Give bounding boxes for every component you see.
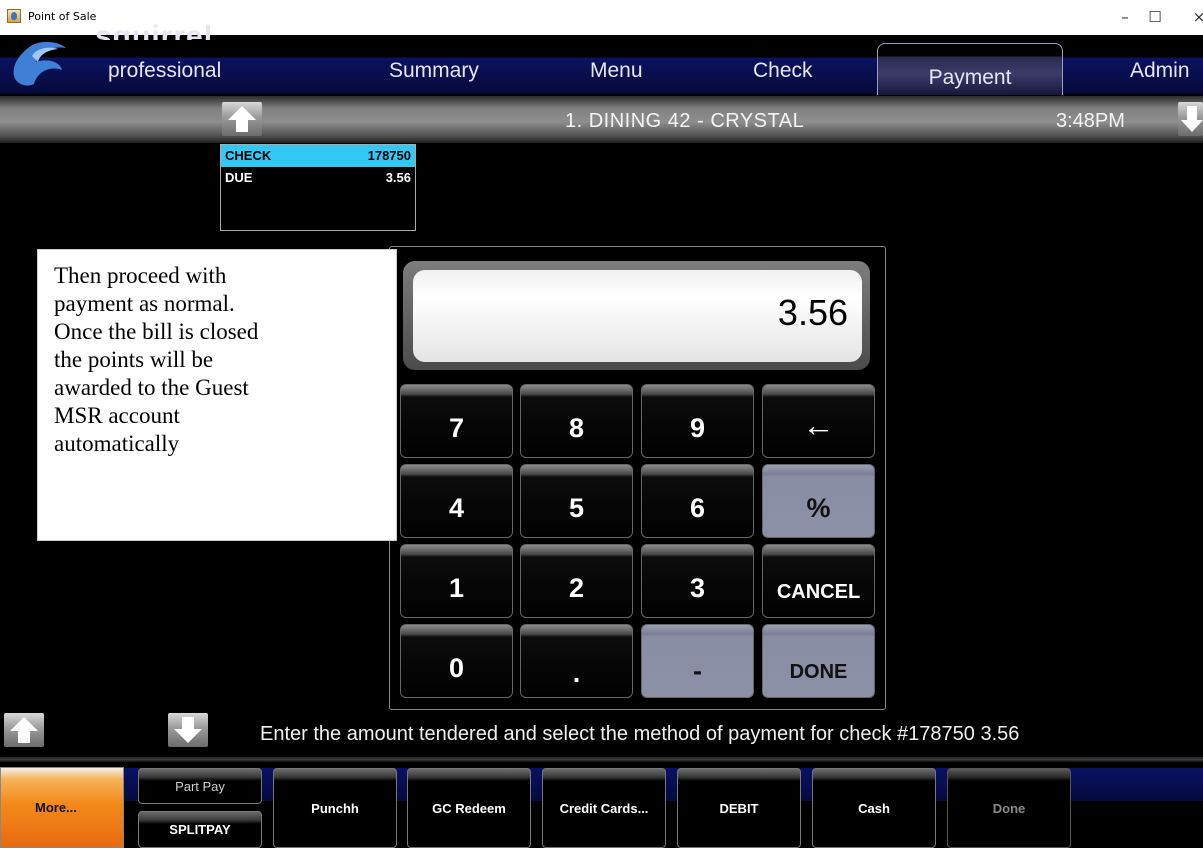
status-message: Enter the amount tendered and select the… bbox=[260, 723, 1020, 745]
tab-check[interactable]: Check bbox=[753, 59, 813, 83]
credit-cards-button[interactable]: Credit Cards... bbox=[542, 768, 666, 848]
key-5[interactable]: 5 bbox=[520, 464, 633, 538]
logo-wordmark: squirrel bbox=[95, 22, 214, 40]
amount-value: 3.56 bbox=[413, 270, 862, 362]
key-1[interactable]: 1 bbox=[400, 544, 513, 618]
java-app-icon bbox=[7, 9, 21, 23]
key-9[interactable]: 9 bbox=[641, 384, 754, 458]
key-6[interactable]: 6 bbox=[641, 464, 754, 538]
key-4[interactable]: 4 bbox=[400, 464, 513, 538]
minimize-button[interactable]: – bbox=[1110, 6, 1140, 28]
instruction-note: Then proceed with payment as normal. Onc… bbox=[37, 249, 397, 541]
debit-button[interactable]: DEBIT bbox=[677, 768, 801, 848]
maximize-button[interactable]: ☐ bbox=[1140, 6, 1170, 28]
check-label: CHECK bbox=[225, 148, 272, 163]
done-payment-button[interactable]: Done bbox=[947, 768, 1071, 848]
splitpay-button[interactable]: SPLITPAY bbox=[138, 811, 262, 848]
tab-summary[interactable]: Summary bbox=[389, 59, 479, 83]
page-up-button[interactable] bbox=[4, 713, 44, 747]
close-button[interactable]: × bbox=[1184, 6, 1203, 28]
done-button[interactable]: DONE bbox=[762, 624, 875, 698]
minus-key[interactable]: - bbox=[641, 624, 754, 698]
arrow-up-icon bbox=[228, 106, 256, 132]
gc-redeem-button[interactable]: GC Redeem bbox=[407, 768, 531, 848]
decimal-point-key[interactable]: . bbox=[520, 624, 633, 698]
due-row: DUE 3.56 bbox=[221, 167, 415, 189]
cancel-button[interactable]: CANCEL bbox=[762, 544, 875, 618]
part-pay-button[interactable]: Part Pay bbox=[138, 768, 262, 804]
more-button[interactable]: More... bbox=[0, 767, 124, 848]
scroll-down-button[interactable] bbox=[1178, 102, 1203, 136]
due-label: DUE bbox=[225, 170, 253, 185]
table-name: 1. DINING 42 - CRYSTAL bbox=[565, 110, 805, 132]
logo-subtitle: professional bbox=[108, 59, 222, 82]
punchh-button[interactable]: Punchh bbox=[273, 768, 397, 848]
tab-menu[interactable]: Menu bbox=[590, 59, 643, 83]
percent-button[interactable]: % bbox=[762, 464, 875, 538]
arrow-up-icon bbox=[10, 717, 38, 743]
cash-button[interactable]: Cash bbox=[812, 768, 936, 848]
check-number: 178750 bbox=[367, 148, 411, 163]
window-title: Point of Sale bbox=[28, 10, 97, 23]
amount-display: 3.56 bbox=[403, 261, 870, 370]
backspace-button[interactable]: ← bbox=[762, 384, 875, 458]
key-7[interactable]: 7 bbox=[400, 384, 513, 458]
page-down-button[interactable] bbox=[168, 713, 208, 747]
scroll-up-button[interactable] bbox=[222, 102, 262, 136]
divider bbox=[0, 757, 1203, 762]
arrow-down-icon bbox=[174, 717, 202, 743]
due-amount: 3.56 bbox=[385, 170, 411, 185]
check-summary: CHECK 178750 DUE 3.56 bbox=[220, 144, 416, 231]
key-0[interactable]: 0 bbox=[400, 624, 513, 698]
tab-payment[interactable]: Payment bbox=[877, 43, 1063, 95]
arrow-down-icon bbox=[1181, 106, 1203, 132]
key-2[interactable]: 2 bbox=[520, 544, 633, 618]
key-3[interactable]: 3 bbox=[641, 544, 754, 618]
key-8[interactable]: 8 bbox=[520, 384, 633, 458]
check-row[interactable]: CHECK 178750 bbox=[221, 145, 415, 167]
squirrel-logo-icon bbox=[13, 41, 66, 86]
clock-time: 3:48PM bbox=[1056, 110, 1125, 132]
tab-admin[interactable]: Admin bbox=[1130, 59, 1190, 83]
